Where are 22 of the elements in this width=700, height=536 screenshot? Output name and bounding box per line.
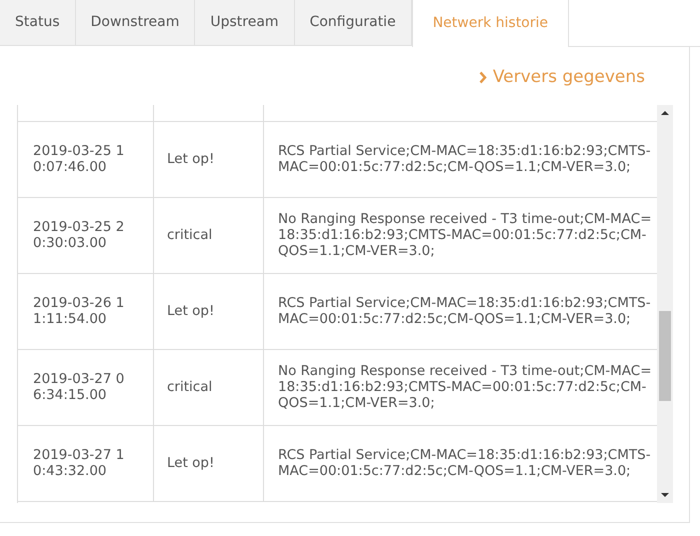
table-cell: critical bbox=[167, 227, 212, 243]
table-cell-text: 2019-03-25 20:30:03.00 bbox=[33, 219, 126, 251]
table-cell: critical bbox=[167, 379, 212, 395]
scrollbar-drawing[interactable] bbox=[657, 104, 673, 502]
tab[interactable]: Status bbox=[0, 0, 76, 46]
table-cell-text: 2019-03-27 10:43:32.00 bbox=[33, 447, 126, 479]
scrollbar-thumb[interactable] bbox=[659, 310, 671, 400]
table-cell: No Ranging Response received - T3 time-out;CM-MAC=18:35:d1:16:b2:93;CMTS-MAC=00:01:5c:77:d2:5c;CM-QOS=1.1;CM-VER=3.0; bbox=[278, 363, 652, 411]
table-cell: Let op! bbox=[167, 455, 214, 471]
table-cell: Let op! bbox=[167, 151, 214, 167]
table-cell-text: 2019-03-26 11:11:54.00 bbox=[33, 295, 126, 327]
table-cell: RCS Partial Service;CM-MAC=18:35:d1:16:b2:93;CMTS-MAC=00:01:5c:77:d2:5c;CM-QOS=1.1;CM-VER=3.0; bbox=[278, 295, 652, 327]
table-cell-text: 2019-03-27 06:34:15.00 bbox=[33, 371, 126, 403]
table-cell: RCS Partial Service;CM-MAC=18:35:d1:16:b2:93;CMTS-MAC=00:01:5c:77:d2:5c;CM-QOS=1.1;CM-VER=3.0; bbox=[278, 143, 652, 175]
tab[interactable]: Downstream bbox=[76, 0, 196, 46]
table-cell: RCS Partial Service;CM-MAC=18:35:d1:16:b2:93;CMTS-MAC=00:01:5c:77:d2:5c;CM-QOS=1.1;CM-VER=3.0; bbox=[278, 447, 652, 479]
table-cell-text: 2019-03-25 10:07:46.00 bbox=[33, 143, 126, 175]
table-cell: Let op! bbox=[167, 303, 214, 319]
chevron-right-icon bbox=[478, 71, 487, 84]
tab[interactable]: Configuratie bbox=[294, 0, 412, 46]
tab[interactable]: Upstream bbox=[195, 0, 295, 46]
table-cell: No Ranging Response received - T3 time-out;CM-MAC=18:35:d1:16:b2:93;CMTS-MAC=00:01:5c:77:d2:5c;CM-QOS=1.1;CM-VER=3.0; bbox=[278, 211, 652, 259]
